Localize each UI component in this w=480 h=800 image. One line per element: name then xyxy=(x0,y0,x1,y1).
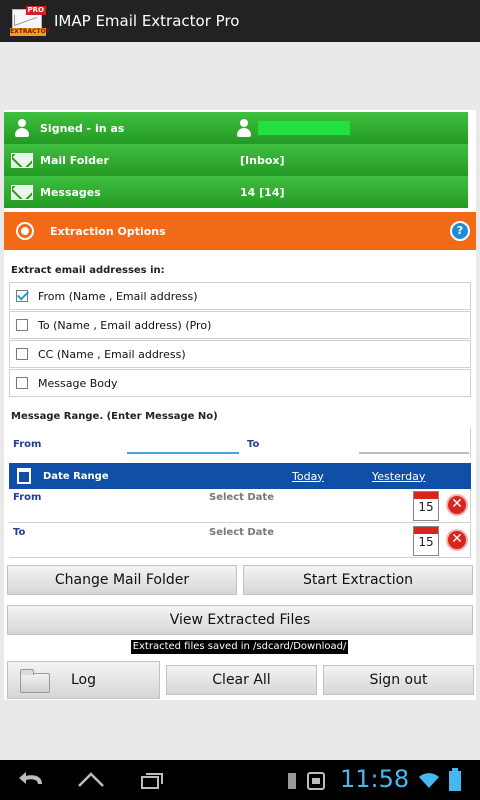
clear-to-date-icon[interactable]: ✕ xyxy=(446,529,468,551)
signed-in-label: Signed - in as xyxy=(40,121,125,135)
range-from-label: From xyxy=(13,439,42,450)
clear-from-date-icon[interactable]: ✕ xyxy=(446,494,468,516)
date-to-calendar-button[interactable]: 15 xyxy=(413,526,439,556)
person-icon xyxy=(14,119,30,137)
date-range-header: Date Range Today Yesterday xyxy=(9,463,471,489)
extraction-options-header: Extraction Options ? xyxy=(4,212,476,250)
option-to-label: To (Name , Email address) (Pro) xyxy=(38,318,212,332)
extract-in-label: Extract email addresses in: xyxy=(11,265,165,276)
message-range-label: Message Range. (Enter Message No) xyxy=(11,411,218,422)
app-title: IMAP Email Extractor Pro xyxy=(54,12,240,30)
date-to-row: To Select Date 15 ✕ xyxy=(9,524,471,558)
date-from-row: From Select Date 15 ✕ xyxy=(9,489,471,523)
checkbox-from[interactable] xyxy=(16,290,28,302)
range-to-input[interactable] xyxy=(359,434,469,454)
home-icon[interactable] xyxy=(76,770,106,790)
mail-folder-value: [Inbox] xyxy=(240,153,285,167)
option-to[interactable]: To (Name , Email address) (Pro) xyxy=(9,311,471,339)
account-email-redacted xyxy=(258,121,350,135)
sign-out-button[interactable]: Sign out xyxy=(323,665,474,695)
change-mail-folder-button[interactable]: Change Mail Folder xyxy=(7,565,237,595)
recents-icon[interactable] xyxy=(136,770,166,790)
checkbox-message-body[interactable] xyxy=(16,377,28,389)
back-icon[interactable] xyxy=(16,770,46,790)
checkbox-cc[interactable] xyxy=(16,348,28,360)
person-icon xyxy=(236,119,252,137)
action-bar: PRO EXTRACTOR IMAP Email Extractor Pro xyxy=(0,0,480,42)
yesterday-link[interactable]: Yesterday xyxy=(372,470,425,483)
messages-count: 14 [14] xyxy=(240,185,285,199)
option-from[interactable]: From (Name , Email address) xyxy=(9,282,471,310)
help-icon[interactable]: ? xyxy=(450,221,470,241)
signed-in-row: Signed - in as xyxy=(4,112,468,144)
mail-icon xyxy=(11,152,33,168)
date-range-title: Date Range xyxy=(43,470,109,482)
app-logo-icon: PRO EXTRACTOR xyxy=(10,6,51,36)
system-nav-bar: 11:58 xyxy=(0,760,480,800)
today-link[interactable]: Today xyxy=(292,470,324,483)
start-extraction-button[interactable]: Start Extraction xyxy=(243,565,473,595)
range-to-label: To xyxy=(247,439,260,450)
date-from-label: From xyxy=(13,492,42,503)
mail-icon xyxy=(11,184,33,200)
messages-row: Messages 14 [14] xyxy=(4,176,468,208)
checkbox-to[interactable] xyxy=(16,319,28,331)
files-saved-notice: Extracted files saved in /sdcard/Downloa… xyxy=(131,640,348,654)
option-cc-label: CC (Name , Email address) xyxy=(38,347,186,361)
status-clock: 11:58 xyxy=(340,765,410,793)
wifi-icon xyxy=(419,773,439,788)
option-message-body[interactable]: Message Body xyxy=(9,369,471,397)
mail-folder-row[interactable]: Mail Folder [Inbox] xyxy=(4,144,468,176)
calendar-icon: 15 xyxy=(418,500,434,514)
option-from-label: From (Name , Email address) xyxy=(38,289,198,303)
folder-icon xyxy=(20,669,50,693)
view-extracted-files-button[interactable]: View Extracted Files xyxy=(7,605,473,635)
log-button[interactable]: Log xyxy=(7,661,160,699)
option-cc[interactable]: CC (Name , Email address) xyxy=(9,340,471,368)
battery-icon xyxy=(449,768,461,791)
date-from-calendar-button[interactable]: 15 xyxy=(413,491,439,521)
option-message-body-label: Message Body xyxy=(38,376,118,390)
calendar-icon: 15 xyxy=(418,535,434,549)
message-range-box: From To xyxy=(9,428,471,458)
mail-folder-label: Mail Folder xyxy=(40,153,109,167)
range-from-input[interactable] xyxy=(127,434,239,454)
messages-label: Messages xyxy=(40,185,101,199)
date-from-field[interactable]: Select Date xyxy=(209,492,274,503)
calendar-icon xyxy=(17,468,31,484)
date-to-field[interactable]: Select Date xyxy=(209,527,274,538)
date-to-label: To xyxy=(13,527,26,538)
clear-all-button[interactable]: Clear All xyxy=(166,665,317,695)
screenshot-icon xyxy=(307,772,325,790)
target-icon xyxy=(16,222,34,240)
extraction-options-title: Extraction Options xyxy=(50,224,166,238)
log-button-label: Log xyxy=(70,672,96,688)
usb-icon xyxy=(288,773,296,789)
